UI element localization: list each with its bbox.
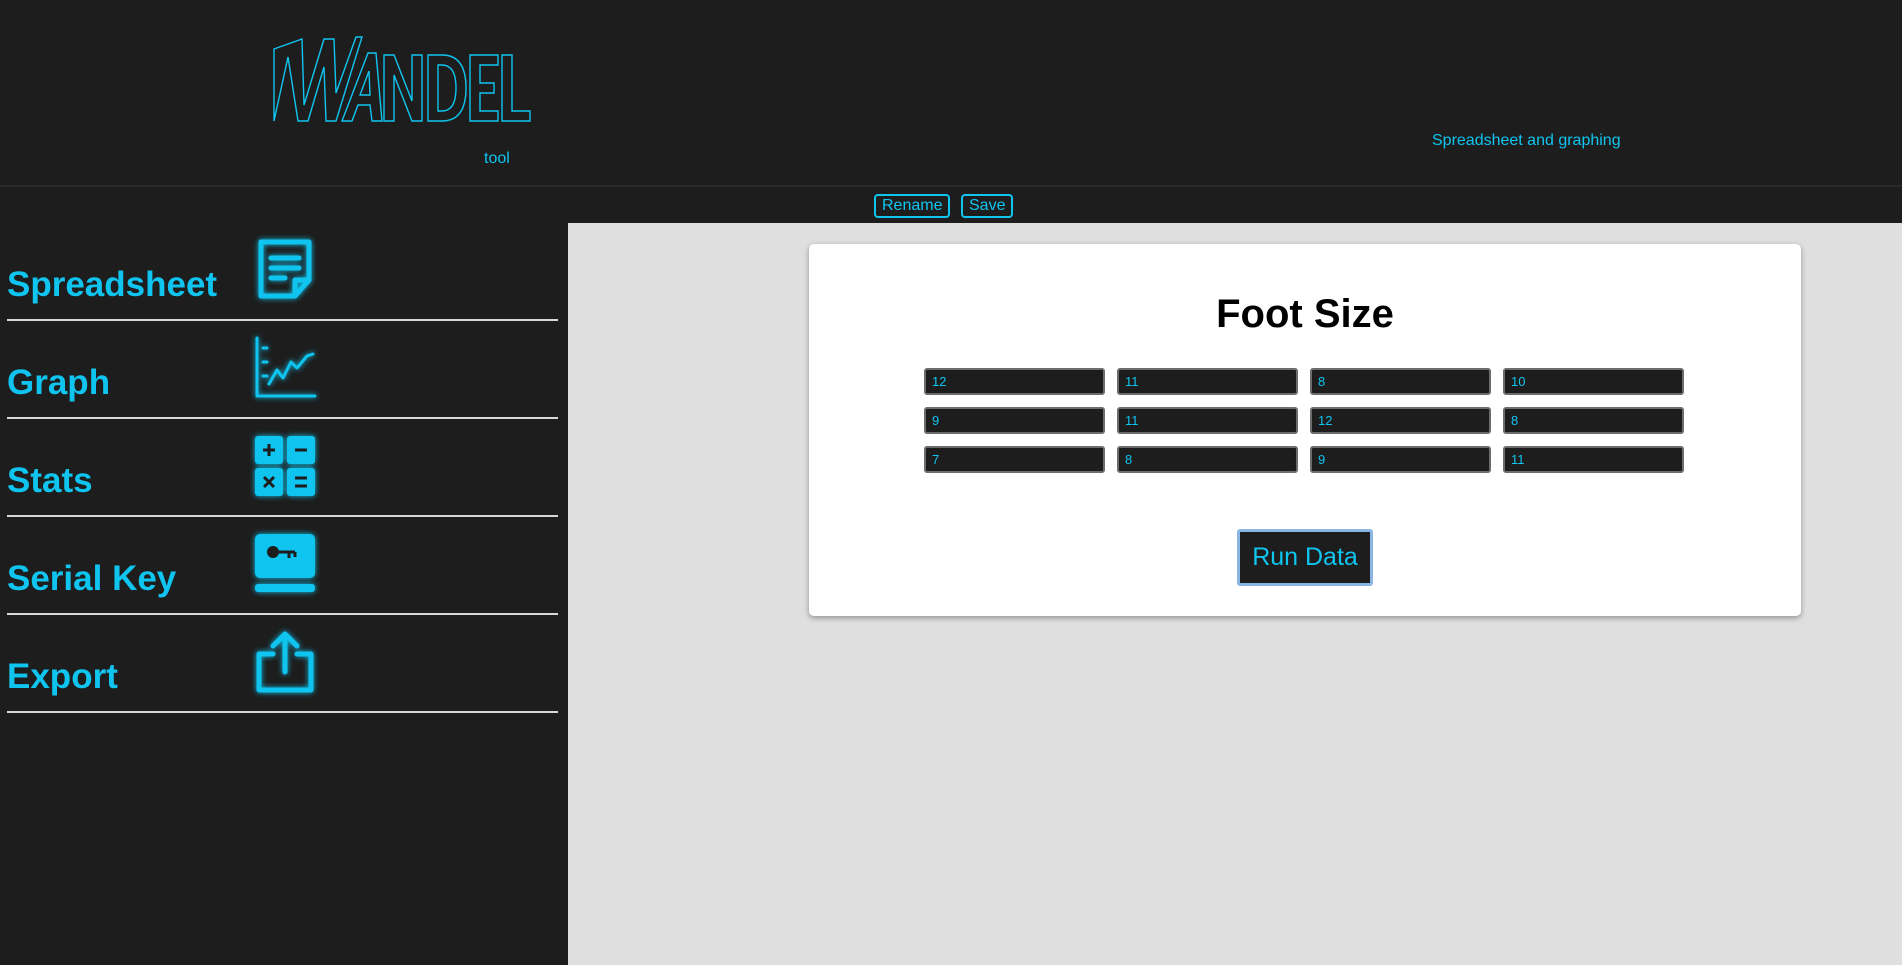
run-data-button[interactable]: Run Data [1237,529,1373,586]
data-cell[interactable] [1117,407,1298,434]
sidebar-item-label: Stats [7,461,93,500]
save-button[interactable]: Save [961,194,1014,218]
data-card: Foot Size Run Data [809,244,1801,616]
main-content: Foot Size Run Data [568,223,1902,965]
sidebar: Spreadsheet Graph Stats Serial Key Expor… [0,223,568,965]
share-export-icon [251,628,319,696]
app-header: tool Spreadsheet and graphing [0,0,1902,187]
sidebar-item-graph[interactable]: Graph [7,321,558,419]
note-icon [251,236,319,304]
data-cell[interactable] [924,446,1105,473]
sidebar-item-spreadsheet[interactable]: Spreadsheet [7,223,558,321]
sidebar-item-label: Serial Key [7,559,177,598]
sidebar-item-serial-key[interactable]: Serial Key [7,517,558,615]
data-cell[interactable] [924,407,1105,434]
sidebar-item-label: Graph [7,363,111,402]
sidebar-item-stats[interactable]: Stats [7,419,558,517]
data-cell[interactable] [1117,368,1298,395]
app-tagline: Spreadsheet and graphing [1432,132,1621,149]
toolbar: Rename Save [0,189,1902,223]
wandel-logo [272,35,532,125]
rename-button[interactable]: Rename [874,194,951,218]
data-grid [924,368,1684,473]
data-cell[interactable] [924,368,1105,395]
data-cell[interactable] [1503,407,1684,434]
key-card-icon [251,530,319,598]
data-cell[interactable] [1503,368,1684,395]
sidebar-item-export[interactable]: Export [7,615,558,713]
data-cell[interactable] [1310,407,1491,434]
sidebar-item-label: Spreadsheet [7,265,218,304]
calculator-icon [251,432,319,500]
data-cell[interactable] [1503,446,1684,473]
data-cell[interactable] [1310,446,1491,473]
data-cell[interactable] [1117,446,1298,473]
line-chart-icon [251,334,319,402]
logo-subtitle: tool [484,150,510,167]
dataset-title: Foot Size [1216,292,1394,336]
sidebar-item-label: Export [7,657,118,696]
data-cell[interactable] [1310,368,1491,395]
